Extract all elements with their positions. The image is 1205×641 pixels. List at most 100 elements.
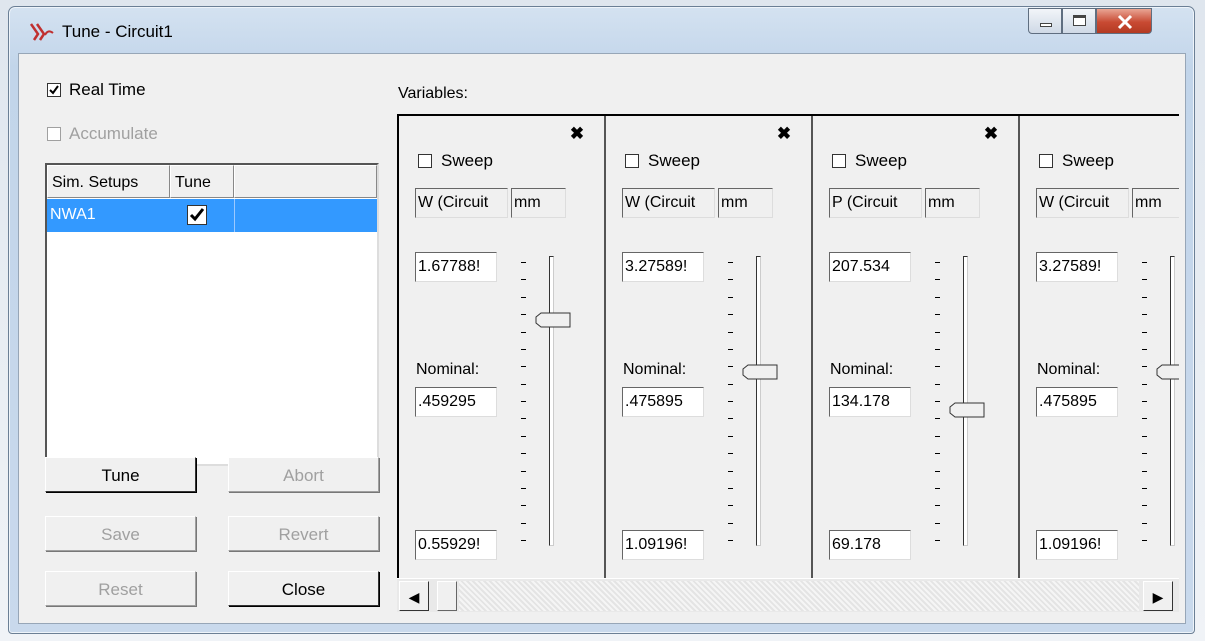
slider-tick (1142, 384, 1147, 385)
slider-tick (728, 314, 733, 315)
scroll-left-button[interactable]: ◀ (399, 581, 429, 611)
slider-tick (1142, 488, 1147, 489)
slider-tick (1142, 505, 1147, 506)
save-button[interactable]: Save (45, 516, 196, 551)
slider-tick (935, 505, 940, 506)
slider-tick (521, 453, 526, 454)
slider-tick (728, 453, 733, 454)
slider-tick (521, 471, 526, 472)
variable-column: ✖ Sweep P (Circuit mm 207.534 Nominal: 134.178… (813, 116, 1020, 578)
value-slider-thumb[interactable] (949, 402, 985, 418)
remove-variable-button[interactable]: ✖ (983, 125, 999, 142)
slider-tick (521, 540, 526, 541)
remove-variable-button[interactable]: ✖ (569, 125, 585, 142)
min-value-field[interactable]: 69.178 (829, 530, 911, 560)
accumulate-checkbox[interactable] (47, 127, 61, 141)
tune-button[interactable]: Tune (45, 457, 196, 492)
max-value-field[interactable]: 207.534 (829, 252, 911, 282)
tune-app-icon (29, 23, 54, 41)
slider-tick (935, 453, 940, 454)
sweep-checkbox[interactable] (625, 154, 639, 168)
minimize-icon (1040, 23, 1052, 27)
slider-tick (728, 505, 733, 506)
slider-tick (521, 349, 526, 350)
table-row[interactable]: NWA1 (47, 199, 377, 232)
column-header-sim-setups[interactable]: Sim. Setups (47, 165, 170, 198)
tune-checkbox[interactable] (187, 205, 207, 225)
value-slider-track[interactable] (1170, 256, 1175, 546)
value-slider-thumb[interactable] (1156, 364, 1179, 380)
slider-tick (521, 401, 526, 402)
sweep-checkbox[interactable] (1039, 154, 1053, 168)
minimize-button[interactable] (1028, 8, 1062, 34)
slider-tick (935, 314, 940, 315)
slider-tick (728, 540, 733, 541)
slider-tick (935, 349, 940, 350)
remove-variable-button[interactable]: ✖ (776, 124, 792, 143)
value-slider-track[interactable] (756, 256, 761, 546)
scroll-right-button[interactable]: ▶ (1143, 581, 1173, 611)
min-value-field[interactable]: 1.09196! (1036, 530, 1118, 560)
close-button[interactable]: Close (228, 571, 379, 606)
close-icon: ✖ (776, 124, 792, 143)
min-value-field[interactable]: 1.09196! (622, 530, 704, 560)
checkmark-icon (49, 85, 59, 95)
sweep-label: Sweep (1062, 151, 1114, 170)
revert-button[interactable]: Revert (228, 516, 379, 551)
slider-tick (728, 523, 733, 524)
slider-tick (1142, 523, 1147, 524)
slider-tick (1142, 297, 1147, 298)
slider-tick (1142, 418, 1147, 419)
max-value-field[interactable]: 3.27589! (1036, 252, 1118, 282)
slider-tick (728, 436, 733, 437)
nominal-value-field[interactable]: .475895 (1036, 387, 1118, 417)
close-window-button[interactable] (1096, 8, 1152, 34)
max-value-field[interactable]: 1.67788! (415, 252, 497, 282)
slider-tick (521, 418, 526, 419)
sweep-checkbox[interactable] (418, 154, 432, 168)
slider-tick (1142, 401, 1147, 402)
scroll-thumb[interactable] (437, 581, 457, 611)
maximize-button[interactable] (1062, 8, 1096, 34)
slider-tick (728, 297, 733, 298)
slider-tick (728, 471, 733, 472)
slider-tick (1142, 262, 1147, 263)
max-value-field[interactable]: 3.27589! (622, 252, 704, 282)
nominal-value-field[interactable]: .475895 (622, 387, 704, 417)
sweep-label: Sweep (441, 151, 493, 170)
nominal-value-field[interactable]: .459295 (415, 387, 497, 417)
value-slider-track[interactable] (963, 256, 968, 546)
nominal-value-field[interactable]: 134.178 (829, 387, 911, 417)
value-slider-thumb[interactable] (535, 312, 571, 328)
abort-button[interactable]: Abort (228, 457, 379, 492)
horizontal-scrollbar[interactable]: ◀ ▶ (397, 578, 1179, 612)
real-time-checkbox[interactable] (47, 83, 61, 97)
right-arrow-icon: ▶ (1152, 589, 1164, 605)
slider-tick (728, 384, 733, 385)
slider-tick (935, 540, 940, 541)
slider-tick (1142, 453, 1147, 454)
slider-tick (1142, 471, 1147, 472)
slider-tick (1142, 279, 1147, 280)
min-value-field[interactable]: 0.55929! (415, 530, 497, 560)
variable-name-field: P (Circuit (829, 188, 922, 218)
sweep-checkbox[interactable] (832, 154, 846, 168)
reset-button[interactable]: Reset (45, 571, 196, 606)
real-time-label: Real Time (69, 80, 146, 99)
slider-tick (1142, 314, 1147, 315)
scroll-track[interactable] (459, 581, 1139, 611)
column-header-tune[interactable]: Tune (170, 165, 234, 198)
value-slider-track[interactable] (549, 256, 554, 546)
slider-tick (728, 488, 733, 489)
slider-tick (521, 488, 526, 489)
sim-setups-list[interactable]: Sim. Setups Tune NWA1 (45, 163, 379, 466)
left-arrow-icon: ◀ (408, 589, 420, 605)
close-icon (1117, 14, 1133, 30)
slider-tick (728, 262, 733, 263)
value-slider-thumb[interactable] (742, 364, 778, 380)
slider-tick (521, 505, 526, 506)
checkmark-icon (189, 208, 205, 222)
variables-panel: ✖ Sweep W (Circuit mm 1.67788! Nominal: .45929… (397, 114, 1179, 578)
variable-column: ✖ Sweep W (Circuit mm 1.67788! Nominal: .45929… (399, 116, 606, 578)
sweep-label: Sweep (855, 151, 907, 170)
